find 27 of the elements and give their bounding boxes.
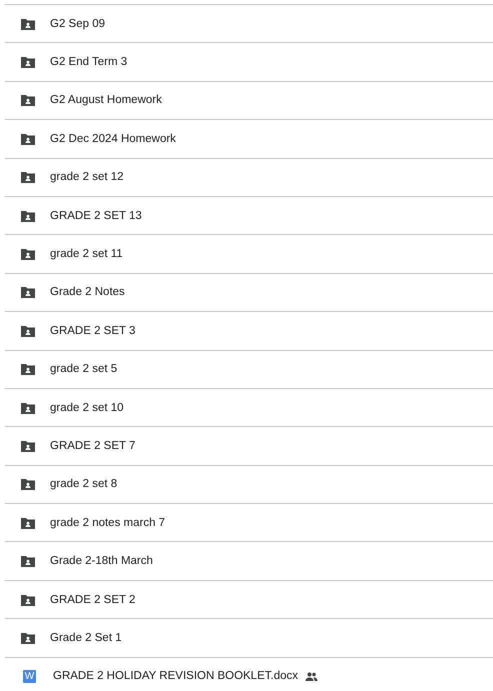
shared-folder-icon	[20, 476, 36, 492]
file-name[interactable]: grade 2 notes march 7	[50, 516, 166, 529]
file-name[interactable]: G2 End Term 3	[50, 56, 128, 68]
file-name[interactable]: Grade 2 Set 1	[50, 632, 122, 644]
file-name[interactable]: G2 Sep 09	[50, 18, 105, 30]
file-name[interactable]: Grade 2-18th March	[50, 555, 153, 568]
file-name[interactable]: GRADE 2 HOLIDAY REVISION BOOKLET.docx	[53, 670, 298, 682]
shared-folder-icon	[20, 92, 36, 108]
file-name[interactable]: grade 2 set 5	[50, 363, 118, 376]
file-name[interactable]: G2 Dec 2024 Homework	[50, 132, 176, 145]
file-name[interactable]: GRADE 2 SET 13	[50, 210, 142, 222]
shared-folder-icon	[20, 553, 36, 570]
file-name[interactable]: G2 August Homework	[50, 94, 162, 106]
file-name[interactable]: GRADE 2 SET 2	[50, 594, 136, 606]
word-document-icon: W	[23, 670, 36, 683]
shared-folder-icon	[20, 361, 36, 378]
file-name[interactable]: GRADE 2 SET 7	[50, 440, 136, 452]
file-name[interactable]: grade 2 set 8	[50, 478, 118, 490]
shared-folder-icon	[20, 284, 36, 300]
file-name[interactable]: Grade 2 Notes	[50, 286, 125, 298]
shared-folder-icon	[20, 54, 36, 70]
shared-folder-icon	[20, 246, 36, 262]
file-name[interactable]: grade 2 set 12	[50, 171, 124, 184]
shared-folder-icon	[20, 169, 36, 186]
file-name[interactable]: grade 2 set 11	[50, 248, 123, 260]
file-name[interactable]: grade 2 set 10	[50, 402, 124, 414]
file-name[interactable]: GRADE 2 SET 3	[50, 324, 136, 337]
